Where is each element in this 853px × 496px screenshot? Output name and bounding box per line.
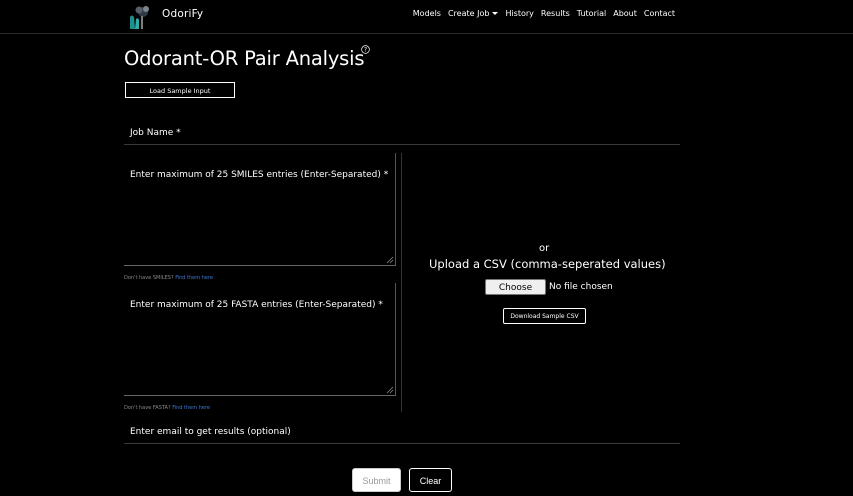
smiles-find-link[interactable]: Find them here xyxy=(175,275,213,281)
file-status: No file chosen xyxy=(549,282,613,292)
odorify-logo-icon[interactable] xyxy=(127,3,153,29)
email-field[interactable]: Enter email to get results (optional) xyxy=(130,427,291,437)
nav-item-history[interactable]: History xyxy=(505,9,533,18)
load-sample-input-button[interactable]: Load Sample Input xyxy=(125,82,235,98)
smiles-hint: Don't have SMILES? Find them here xyxy=(124,275,213,281)
nav-item-tutorial[interactable]: Tutorial xyxy=(577,9,606,18)
resize-grip-icon[interactable] xyxy=(386,256,394,264)
nav-item-create-job-label: Create Job xyxy=(447,9,490,18)
or-label: or xyxy=(539,243,550,254)
svg-text:?: ? xyxy=(364,48,367,54)
resize-grip-icon[interactable] xyxy=(386,386,394,394)
fasta-textarea-label: Enter maximum of 25 FASTA entries (Enter… xyxy=(130,300,383,310)
column-divider xyxy=(401,153,402,412)
navbar: OdoriFy Models Create Job History Result… xyxy=(0,0,853,34)
submit-button[interactable]: Submit xyxy=(352,468,401,492)
nav-item-contact[interactable]: Contact xyxy=(644,9,675,18)
fasta-find-link[interactable]: Find them here xyxy=(172,405,210,411)
smiles-hint-text: Don't have SMILES? xyxy=(124,275,174,281)
nav-item-models[interactable]: Models xyxy=(413,9,441,18)
fasta-textarea[interactable]: Enter maximum of 25 FASTA entries (Enter… xyxy=(124,283,396,396)
job-name-underline xyxy=(124,144,680,145)
download-sample-csv-button[interactable]: Download Sample CSV xyxy=(503,308,586,324)
clear-button[interactable]: Clear xyxy=(409,468,452,492)
help-icon[interactable]: ? xyxy=(361,45,370,54)
nav-item-create-job[interactable]: Create Job xyxy=(447,9,499,18)
brand-name[interactable]: OdoriFy xyxy=(162,8,203,20)
fasta-hint: Don't have FASTA? Find them here xyxy=(124,405,210,411)
page-title: Odorant-OR Pair Analysis xyxy=(124,47,365,70)
job-name-field[interactable]: Job Name * xyxy=(130,128,181,138)
email-underline xyxy=(124,443,680,444)
nav-links: Models Create Job History Results Tutori… xyxy=(413,9,675,18)
choose-file-button[interactable]: Choose File xyxy=(485,279,546,307)
chevron-down-icon xyxy=(492,12,499,15)
nav-item-results[interactable]: Results xyxy=(541,9,570,18)
csv-upload-title: Upload a CSV (comma-seperated values) xyxy=(429,257,666,271)
nav-item-about[interactable]: About xyxy=(613,9,637,18)
smiles-textarea[interactable]: Enter maximum of 25 SMILES entries (Ente… xyxy=(124,153,396,266)
smiles-textarea-label: Enter maximum of 25 SMILES entries (Ente… xyxy=(130,170,389,180)
fasta-hint-text: Don't have FASTA? xyxy=(124,405,171,411)
